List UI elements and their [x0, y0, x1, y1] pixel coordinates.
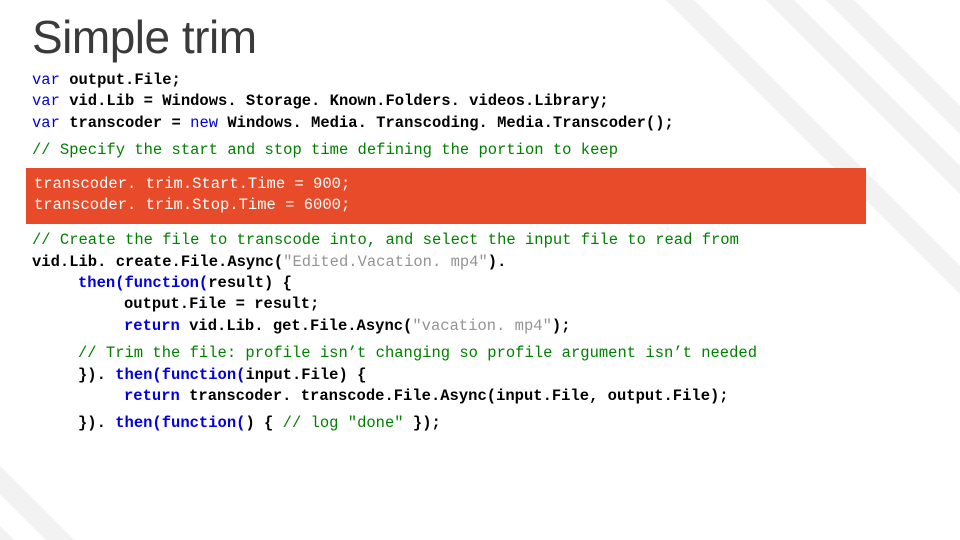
code-line-7: return vid.Lib. get.File.Async("vacation… — [32, 316, 928, 337]
code-comment-2: // Create the file to transcode into, an… — [32, 230, 928, 251]
code-line-2: var vid.Lib = Windows. Storage. Known.Fo… — [32, 91, 928, 112]
title-word1: Simple — [32, 11, 170, 63]
highlight-block: transcoder. trim.Start.Time = 900; trans… — [26, 168, 866, 225]
highlight-line-1: transcoder. trim.Start.Time = 900; — [34, 174, 858, 195]
slide-title: Simple trim — [32, 10, 928, 64]
code-line-6: output.File = result; — [32, 294, 928, 315]
highlight-line-2: transcoder. trim.Stop.Time = 6000; — [34, 195, 858, 216]
code-line-1: var output.File; — [32, 70, 928, 91]
code-block: var output.File; var vid.Lib = Windows. … — [32, 70, 928, 435]
code-line-8: }). then(function(input.File) { — [32, 365, 928, 386]
code-line-10: }). then(function() { // log "done" }); — [32, 413, 928, 434]
slide-content: Simple trim var output.File; var vid.Lib… — [0, 0, 960, 435]
code-line-9: return transcoder. transcode.File.Async(… — [32, 386, 928, 407]
code-line-5: then(function(result) { — [32, 273, 928, 294]
code-comment-1: // Specify the start and stop time defin… — [32, 140, 928, 161]
code-line-4: vid.Lib. create.File.Async("Edited.Vacat… — [32, 252, 928, 273]
code-line-3: var transcoder = new Windows. Media. Tra… — [32, 113, 928, 134]
code-comment-3: // Trim the file: profile isn’t changing… — [32, 343, 928, 364]
title-word2: trim — [182, 11, 257, 63]
